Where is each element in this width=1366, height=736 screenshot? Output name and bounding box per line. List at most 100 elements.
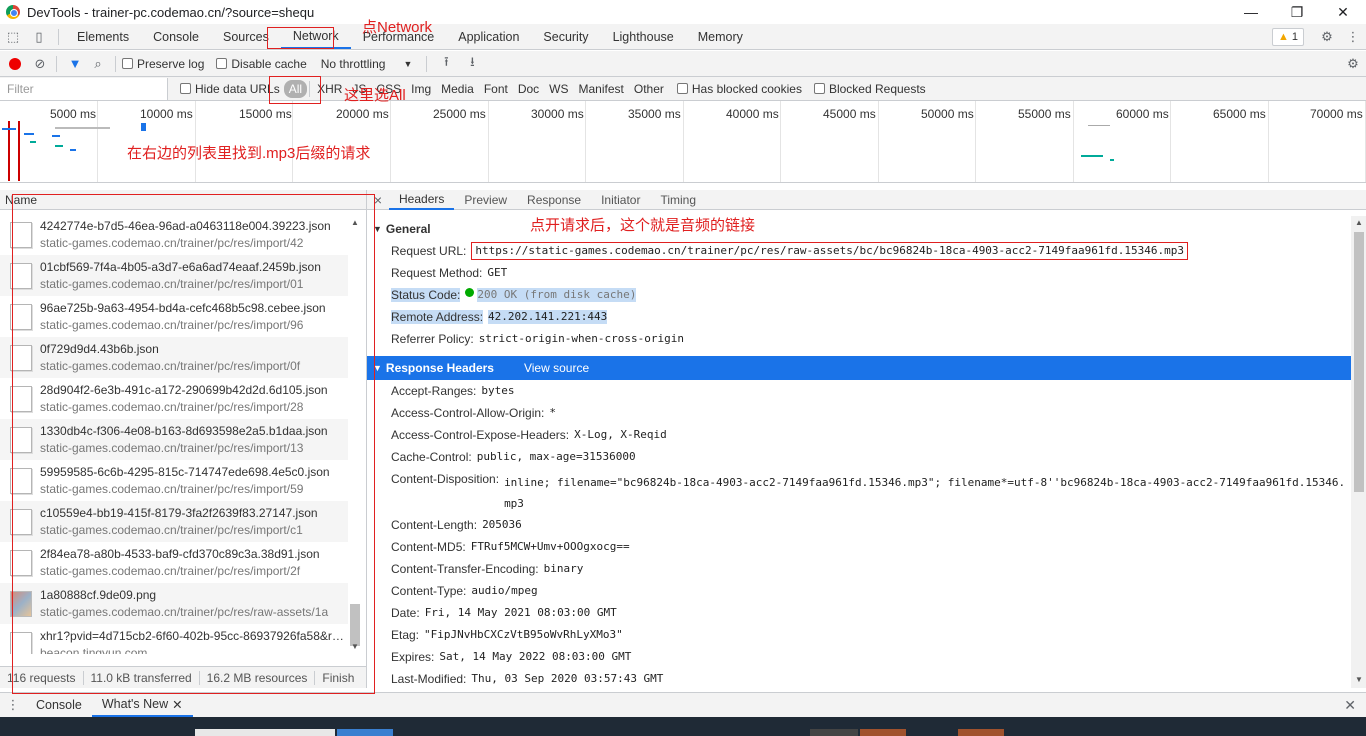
filter-type-doc[interactable]: Doc (513, 80, 544, 98)
hide-data-urls-checkbox[interactable]: Hide data URLs (180, 82, 280, 96)
response-header-row: Cache-Control: public, max-age=31536000 (367, 446, 1351, 468)
tab-headers[interactable]: Headers (389, 190, 455, 210)
device-toolbar-icon[interactable]: ▯ (26, 24, 52, 50)
clear-icon[interactable]: ⊘ (30, 51, 50, 77)
close-tab-icon[interactable]: ✕ (172, 697, 182, 712)
filter-input[interactable]: Filter (0, 77, 168, 100)
annotation-box-network-tab (267, 27, 334, 49)
timeline-gridline: 55000 ms (1018, 101, 1074, 182)
checkbox-box[interactable] (180, 83, 191, 94)
general-section-header[interactable]: ▼ General (367, 218, 1351, 240)
tab-elements[interactable]: Elements (65, 24, 141, 49)
tab-memory[interactable]: Memory (686, 24, 755, 49)
checkbox-box[interactable] (216, 58, 228, 69)
search-icon[interactable]: ⌕ (87, 51, 109, 77)
filter-type-img[interactable]: Img (406, 80, 436, 98)
close-window-button[interactable]: ✕ (1320, 0, 1366, 24)
request-url-value[interactable]: https://static-games.codemao.cn/trainer/… (471, 242, 1188, 260)
taskbar-item[interactable] (810, 729, 858, 736)
header-value: X-Log, X-Reqid (574, 428, 667, 441)
has-blocked-cookies-checkbox[interactable]: Has blocked cookies (676, 82, 802, 96)
details-scrollbar[interactable]: ▲ ▼ (1351, 216, 1366, 688)
header-key: Access-Control-Expose-Headers: (391, 428, 570, 442)
taskbar-item[interactable] (195, 729, 335, 736)
warning-icon: ▲ (1277, 31, 1289, 43)
tab-security[interactable]: Security (531, 24, 600, 49)
response-header-row: Content-Type: audio/mpeg (367, 580, 1351, 602)
tab-timing[interactable]: Timing (650, 190, 706, 210)
filter-type-manifest[interactable]: Manifest (574, 80, 629, 98)
timeline-tick-label: 20000 ms (336, 107, 389, 121)
record-icon[interactable] (9, 57, 21, 70)
taskbar-item[interactable] (958, 729, 1004, 736)
restore-button[interactable]: ❐ (1274, 0, 1320, 24)
tab-application[interactable]: Application (446, 24, 531, 49)
preserve-log-checkbox[interactable]: Preserve log (122, 57, 204, 71)
scroll-down-icon[interactable]: ▼ (1355, 675, 1363, 684)
filter-icon[interactable]: ▼ (63, 51, 87, 77)
inspect-element-icon[interactable]: ⬚ (0, 24, 26, 50)
warnings-badge[interactable]: ▲ 1 (1271, 28, 1304, 46)
response-header-row: Last-Modified: Thu, 03 Sep 2020 03:57:43 … (367, 668, 1351, 688)
drawer-menu-icon[interactable]: ⋮ (0, 692, 26, 718)
waterfall-bar (1081, 155, 1103, 157)
tab-preview[interactable]: Preview (454, 190, 517, 210)
tab-initiator[interactable]: Initiator (591, 190, 650, 210)
timeline-tick-label: 15000 ms (239, 107, 292, 121)
response-header-row: Expires: Sat, 14 May 2022 08:03:00 GMT (367, 646, 1351, 668)
timeline-tick-label: 5000 ms (50, 107, 97, 121)
tab-console[interactable]: Console (141, 24, 211, 49)
header-key: Status Code: (391, 288, 461, 302)
headers-content: ▼ General Request URL: https://static-ga… (367, 216, 1351, 688)
timeline-gridline: 35000 ms (628, 101, 684, 182)
more-options-icon[interactable]: ⋮ (1340, 24, 1366, 50)
close-drawer-icon[interactable]: ✕ (1344, 697, 1356, 714)
tab-lighthouse[interactable]: Lighthouse (601, 24, 686, 49)
disable-cache-checkbox[interactable]: Disable cache (216, 57, 307, 71)
drawer-tab-whats-new[interactable]: What's New ✕ (91, 693, 193, 717)
divider (56, 55, 57, 72)
scroll-up-icon[interactable]: ▲ (1355, 218, 1363, 227)
timeline-tick-label: 10000 ms (140, 107, 193, 121)
taskbar-item[interactable] (860, 729, 906, 736)
drawer-tab-label: What's New (101, 697, 169, 711)
response-headers-list: Accept-Ranges: bytes Access-Control-Allow-… (367, 380, 1351, 688)
timeline-tick-label: 30000 ms (531, 107, 584, 121)
response-header-row: Content-Disposition: inline; filename="bc… (367, 468, 1351, 514)
checkbox-box[interactable] (813, 83, 825, 94)
settings-gear-icon[interactable]: ⚙ (1314, 24, 1340, 50)
warning-count: 1 (1291, 31, 1298, 43)
header-key: Referrer Policy: (391, 332, 474, 346)
drawer-tab-console[interactable]: Console (26, 693, 92, 717)
timeline-gridline: 45000 ms (823, 101, 879, 182)
filter-type-ws[interactable]: WS (544, 80, 573, 98)
network-settings-gear-icon[interactable]: ⚙ (1340, 51, 1366, 77)
taskbar-item[interactable] (337, 729, 393, 736)
filter-type-other[interactable]: Other (629, 80, 669, 98)
checkbox-box[interactable] (122, 58, 133, 69)
header-key: Remote Address: (391, 310, 484, 324)
scrollbar-thumb[interactable] (1354, 232, 1364, 492)
throttling-select[interactable]: No throttling ▼ (321, 57, 413, 71)
window-title-bar: DevTools - trainer-pc.codemao.cn/?source… (0, 0, 1366, 24)
timeline-gridline: 40000 ms (726, 101, 781, 182)
blocked-requests-checkbox[interactable]: Blocked Requests (813, 82, 926, 96)
export-har-icon[interactable]: ⭳ (459, 51, 485, 77)
timeline-tick-label: 70000 ms (1310, 107, 1363, 121)
dom-content-loaded-marker (8, 121, 10, 181)
import-har-icon[interactable]: ⭱ (433, 51, 459, 77)
response-headers-section-header[interactable]: ▼ Response Headers View source (367, 356, 1351, 380)
header-row-remote-address: Remote Address: 42.202.141.221:443 (367, 306, 1351, 328)
minimize-button[interactable]: — (1228, 0, 1274, 24)
filter-type-font[interactable]: Font (479, 80, 513, 98)
tab-response[interactable]: Response (517, 190, 591, 210)
header-value: public, max-age=31536000 (476, 450, 636, 463)
view-source-link[interactable]: View source (524, 361, 589, 375)
header-value: "FipJNvHbCXCzVtB95oWvRhLyXMo3" (424, 628, 623, 641)
filter-type-media[interactable]: Media (436, 80, 479, 98)
checkbox-box[interactable] (676, 83, 688, 94)
timeline-tick-label: 35000 ms (628, 107, 681, 121)
header-value: GET (487, 266, 508, 279)
timeline-tick-label: 60000 ms (1116, 107, 1169, 121)
timeline-gridline: 30000 ms (531, 101, 586, 182)
